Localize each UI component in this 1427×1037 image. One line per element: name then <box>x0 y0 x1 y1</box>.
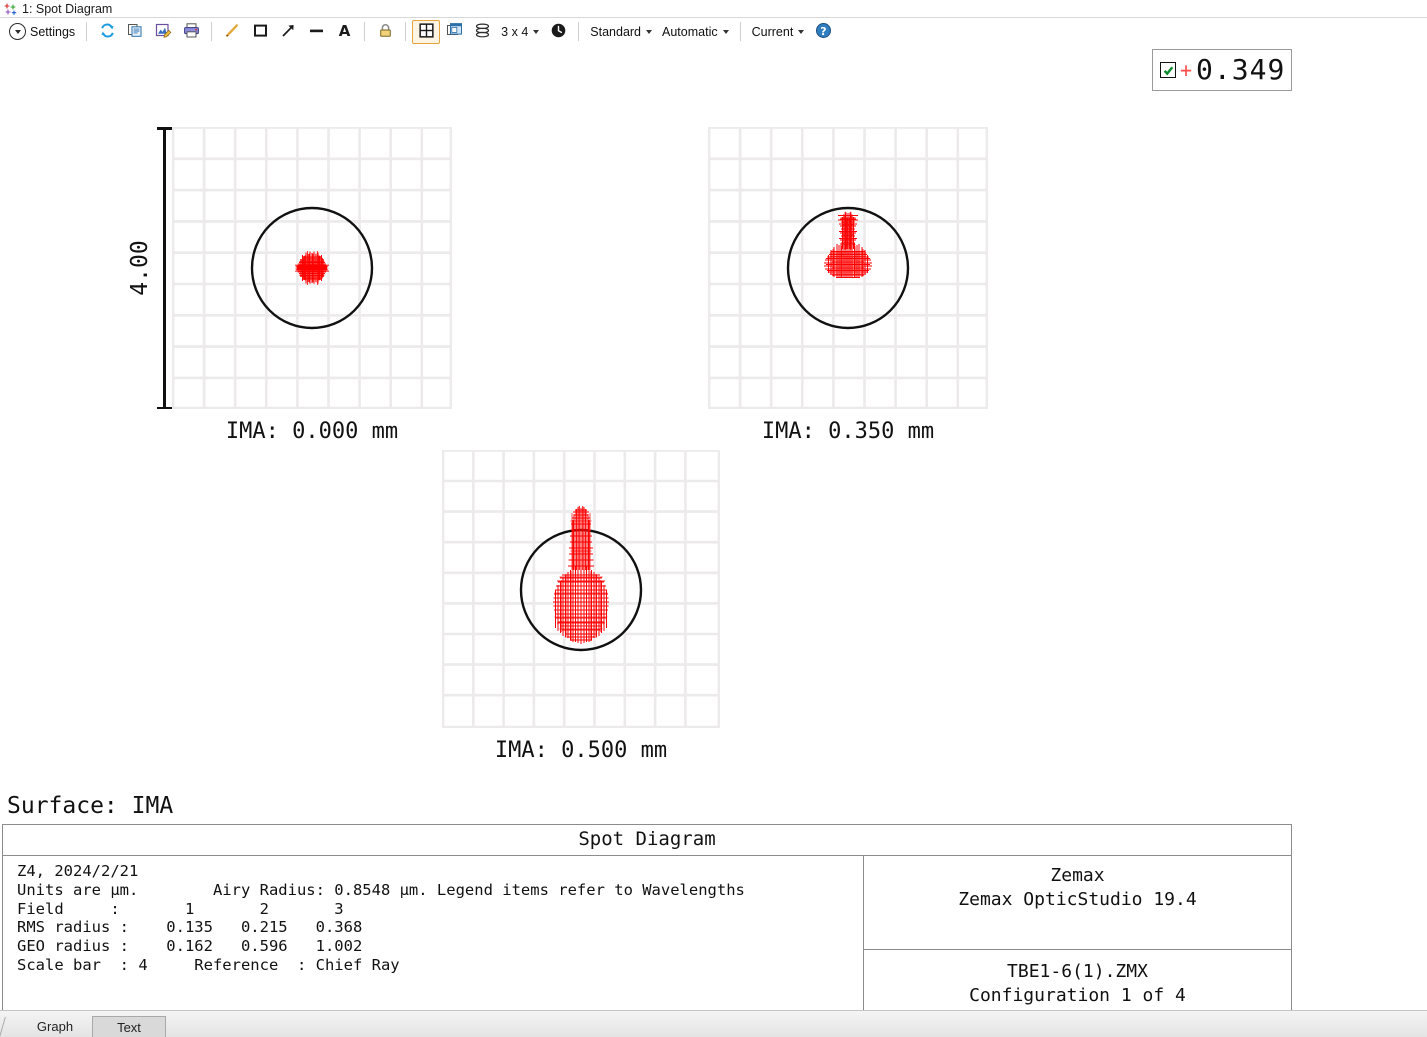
info-line-rms-radius: RMS radius : 0.135 0.215 0.368 <box>17 918 363 937</box>
spot-panel-label-field-1: IMA: 0.000 mm <box>225 419 399 444</box>
chevron-down-icon <box>533 29 540 34</box>
toolbar-separator <box>405 22 407 41</box>
spot-grid-field-2 <box>708 127 988 409</box>
clone-window-button[interactable] <box>440 20 468 44</box>
window-title-bar: 1: Spot Diagram <box>0 0 1427 18</box>
help-icon: ? <box>815 22 832 42</box>
tab-graph-label: Graph <box>36 1019 74 1034</box>
chevron-down-icon <box>722 29 729 34</box>
vendor-name: Zemax <box>1050 865 1105 886</box>
clock-icon <box>550 22 567 42</box>
legend-marker: + <box>1180 58 1193 82</box>
tab-text[interactable]: Text <box>92 1016 166 1037</box>
refresh-icon <box>99 22 116 42</box>
text-annotation-button[interactable]: A <box>330 20 358 44</box>
scale-bar-line <box>163 127 166 409</box>
chevron-down-icon <box>646 29 653 34</box>
toolbar-separator <box>211 22 213 41</box>
rectangle-annotation-button[interactable] <box>246 20 274 44</box>
vendor-cell: Zemax Zemax OpticStudio 19.4 <box>864 856 1291 950</box>
print-icon <box>183 22 200 42</box>
settings-button[interactable]: Settings <box>4 21 80 43</box>
tab-graph[interactable]: Graph <box>18 1016 92 1037</box>
print-button[interactable] <box>177 20 205 44</box>
info-line-geo-radius: GEO radius : 0.162 0.596 1.002 <box>17 937 363 955</box>
product-name: Zemax OpticStudio 19.4 <box>958 889 1197 911</box>
help-button[interactable]: ? <box>809 20 837 44</box>
layers-button[interactable] <box>468 20 496 44</box>
info-body: Z4, 2024/2/21 Units are µm. Airy Radius:… <box>3 856 1291 1023</box>
minus-icon <box>308 22 325 42</box>
spot-panel-label-field-2: IMA: 0.350 mm <box>761 419 935 444</box>
style-dropdown[interactable]: Standard <box>585 21 657 43</box>
configuration-label: Configuration 1 of 4 <box>969 984 1186 1006</box>
svg-text:?: ? <box>820 25 826 38</box>
toolbar-separator <box>364 22 366 41</box>
info-line-units: Units are µm. Airy Radius: 0.8548 µm. Le… <box>17 880 745 899</box>
arrow-annotation-button[interactable] <box>274 20 302 44</box>
text-icon: A <box>336 22 353 42</box>
spot-panel-field-1[interactable]: 4.00 IMA: 0.000 mm <box>127 127 452 444</box>
scale-dropdown-label: Automatic <box>662 24 718 39</box>
scale-bar-cap-top <box>157 127 172 130</box>
info-line-date: Z4, 2024/2/21 <box>17 862 139 880</box>
bottom-tab-bar: Graph Text <box>0 1010 1427 1037</box>
info-panel: Spot Diagram Z4, 2024/2/21 Units are µm.… <box>2 824 1292 1024</box>
spot-grid-field-3 <box>442 450 720 728</box>
info-header: Spot Diagram <box>3 825 1291 856</box>
info-line-field: Field : 1 2 3 <box>17 899 344 918</box>
save-button[interactable] <box>149 20 177 44</box>
grid-size-dropdown[interactable]: 3 x 4 <box>496 21 544 43</box>
window-title: 1: Spot Diagram <box>22 1 113 16</box>
spot-panel-label-field-3: IMA: 0.500 mm <box>494 738 668 763</box>
horizontal-line-button[interactable] <box>302 20 330 44</box>
config-dropdown[interactable]: Current <box>747 21 810 43</box>
legend-checkbox[interactable] <box>1160 62 1176 78</box>
chevron-down-icon <box>798 29 805 34</box>
grid-layout-icon <box>418 22 435 42</box>
pencil-icon <box>224 22 241 42</box>
grid-size-label: 3 x 4 <box>501 24 529 39</box>
toolbar: Settings A 3 x 4 Standard Automatic Curr… <box>0 18 1427 46</box>
info-line-scale-bar: Scale bar : 4 Reference : Chief Ray <box>17 955 400 974</box>
scale-dropdown[interactable]: Automatic <box>657 21 734 43</box>
scale-bar-cap-bottom <box>157 406 172 409</box>
spot-panel-field-3[interactable]: IMA: 0.500 mm <box>442 450 720 763</box>
scale-bar-label: 4.00 <box>127 240 153 296</box>
window-copy-icon <box>446 22 463 42</box>
spot-diagram-canvas: + 0.349 4.00 IMA: 0.000 mm IMA: 0.350 mm… <box>0 45 1427 790</box>
wavelength-legend[interactable]: + 0.349 <box>1152 49 1292 91</box>
save-icon <box>155 22 172 42</box>
toolbar-separator <box>86 22 88 41</box>
style-dropdown-label: Standard <box>590 24 642 39</box>
chevron-down-icon <box>9 23 26 40</box>
arrow-icon <box>280 22 297 42</box>
surface-title: Surface: IMA <box>7 793 174 819</box>
spot-diagram-icon <box>4 2 18 16</box>
lock-icon <box>377 22 394 42</box>
animate-button[interactable] <box>544 20 572 44</box>
line-annotation-button[interactable] <box>218 20 246 44</box>
tab-text-label: Text <box>117 1019 141 1035</box>
svg-text:A: A <box>338 22 350 39</box>
spot-grid-field-1 <box>172 127 452 409</box>
info-right-column: Zemax Zemax OpticStudio 19.4 TBE1-6(1).Z… <box>863 856 1291 1023</box>
copy-button[interactable] <box>121 20 149 44</box>
toolbar-separator <box>739 22 741 41</box>
layers-icon <box>474 22 491 42</box>
copy-icon <box>127 22 144 42</box>
refresh-button[interactable] <box>93 20 121 44</box>
lock-button[interactable] <box>371 20 399 44</box>
info-left-column: Z4, 2024/2/21 Units are µm. Airy Radius:… <box>3 856 863 1022</box>
tab-bar-slant <box>0 1015 18 1037</box>
legend-wavelength-value: 0.349 <box>1196 53 1286 86</box>
rectangle-icon <box>252 22 269 42</box>
spot-panel-field-2[interactable]: IMA: 0.350 mm <box>708 127 988 444</box>
tile-layout-button[interactable] <box>412 19 441 44</box>
toolbar-separator <box>578 22 580 41</box>
file-name: TBE1-6(1).ZMX <box>1007 960 1148 982</box>
settings-label: Settings <box>30 24 76 39</box>
config-dropdown-label: Current <box>751 24 794 39</box>
